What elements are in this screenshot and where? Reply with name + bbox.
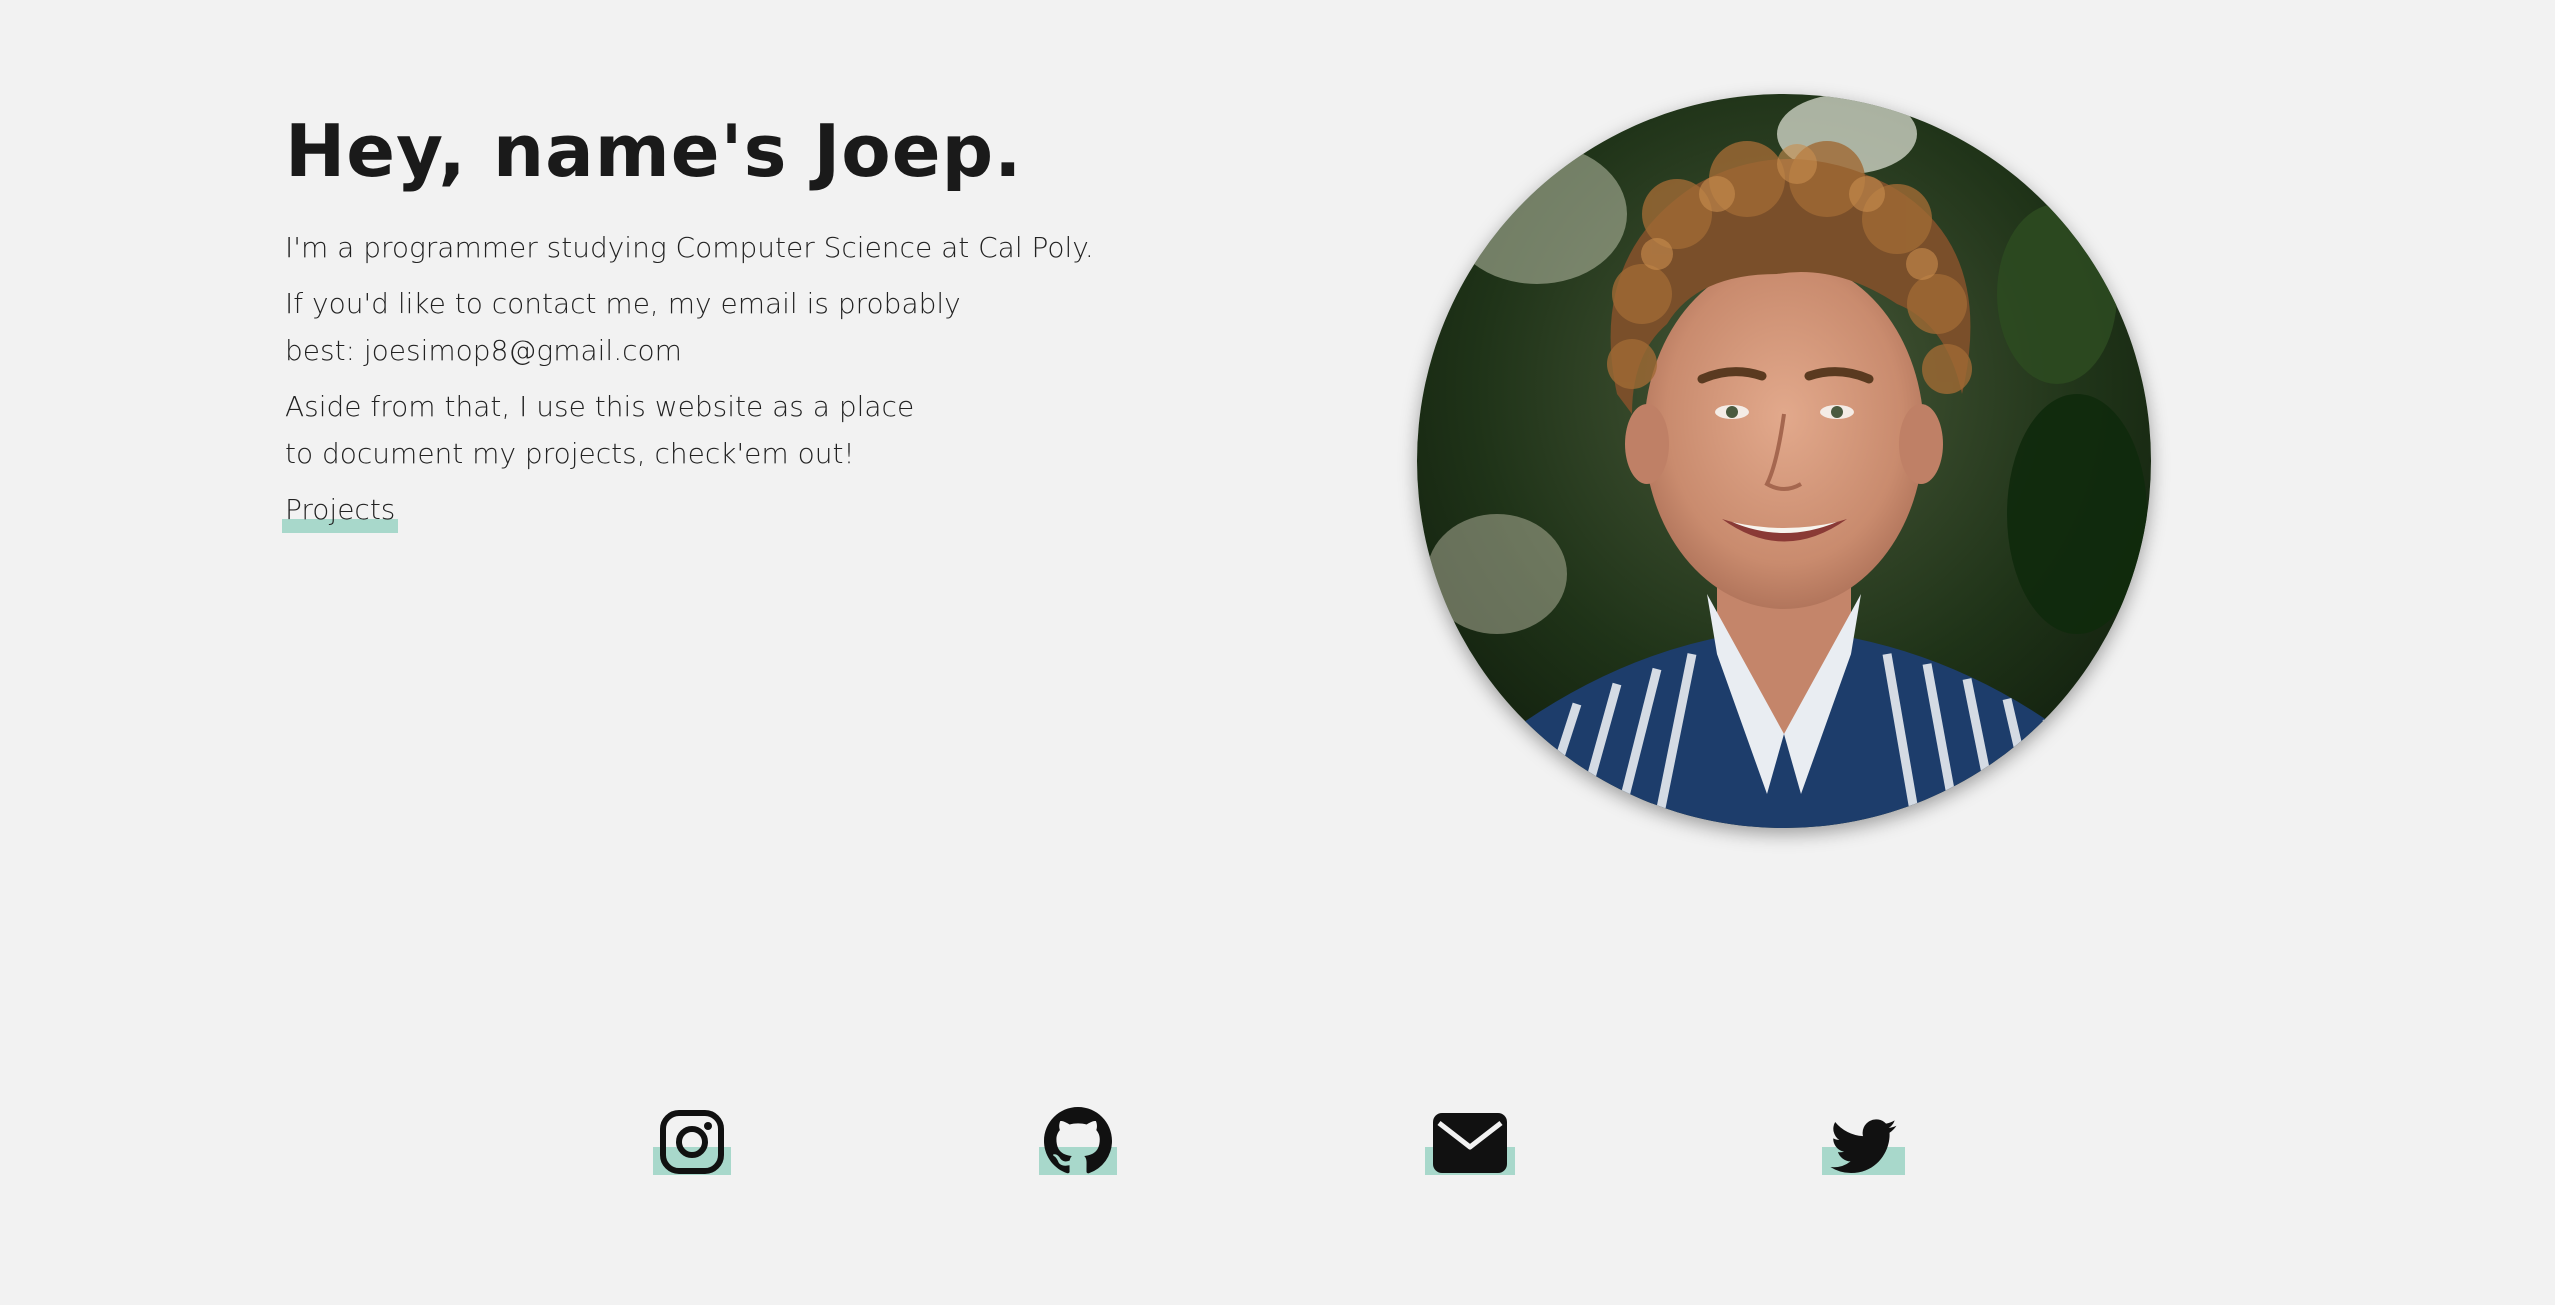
twitter-icon <box>1829 1119 1896 1174</box>
projects-link[interactable]: Projects <box>282 486 399 534</box>
intro-section: Hey, name's Joep. I'm a programmer study… <box>282 108 1105 534</box>
profile-photo <box>1417 94 2151 828</box>
instagram-icon <box>660 1110 724 1174</box>
page-title: Hey, name's Joep. <box>285 109 1023 193</box>
instagram-link[interactable] <box>653 1095 731 1175</box>
github-icon <box>1044 1107 1112 1174</box>
intro-line-projects: Aside from that, I use this website as a… <box>285 390 915 471</box>
email-link[interactable] <box>1425 1095 1515 1175</box>
email-icon <box>1433 1113 1507 1173</box>
twitter-link[interactable] <box>1822 1095 1905 1175</box>
intro-line-contact: If you'd like to contact me, my email is… <box>285 287 961 368</box>
github-link[interactable] <box>1039 1095 1117 1175</box>
page: Hey, name's Joep. I'm a programmer study… <box>0 0 2555 1305</box>
intro-line-study: I'm a programmer studying Computer Scien… <box>285 231 1094 265</box>
